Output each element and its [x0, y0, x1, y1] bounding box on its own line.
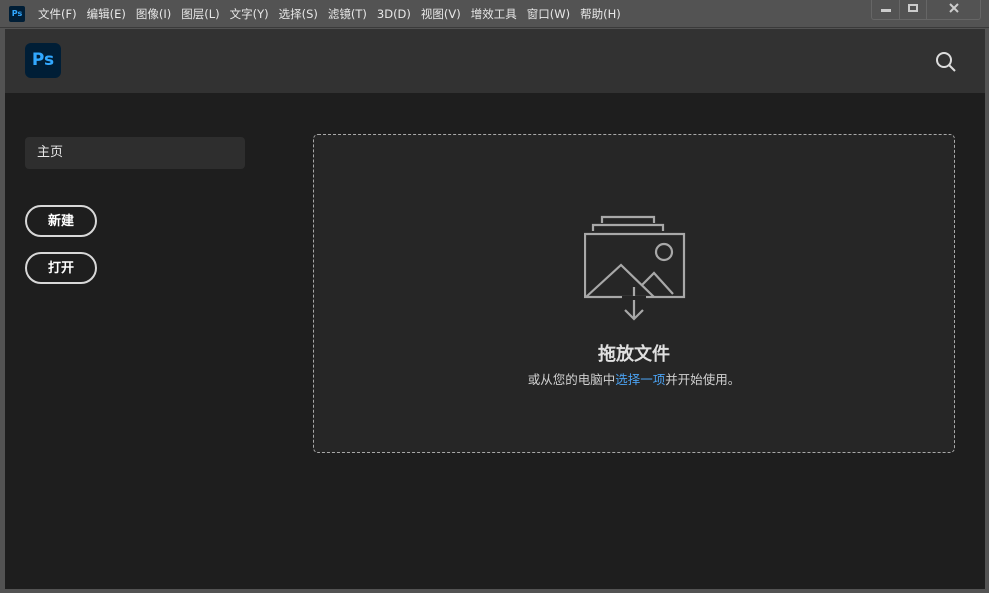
- window-controls: [871, 0, 981, 20]
- home-screen: Ps 主页 新建 打开 拖放文件 或从您的电脑中选择一项并开始使用。: [5, 29, 985, 589]
- minimize-button[interactable]: [872, 0, 899, 19]
- open-button[interactable]: 打开: [25, 252, 97, 284]
- menu-image[interactable]: 图像(I): [130, 0, 177, 28]
- search-icon[interactable]: [935, 51, 957, 73]
- maximize-button[interactable]: [899, 0, 926, 19]
- title-bar: Ps 文件(F) 编辑(E) 图像(I) 图层(L) 文字(Y) 选择(S) 滤…: [0, 0, 989, 28]
- close-icon: [948, 3, 959, 13]
- photoshop-logo: Ps: [25, 43, 61, 78]
- drop-subtitle: 或从您的电脑中选择一项并开始使用。: [314, 369, 954, 388]
- menu-select[interactable]: 选择(S): [273, 0, 324, 28]
- drop-title: 拖放文件: [598, 344, 670, 365]
- menu-view[interactable]: 视图(V): [415, 0, 467, 28]
- close-button[interactable]: [926, 0, 980, 19]
- maximize-icon: [908, 4, 918, 12]
- drop-zone[interactable]: 拖放文件 或从您的电脑中选择一项并开始使用。: [313, 134, 955, 453]
- sidebar-item-home[interactable]: 主页: [25, 137, 245, 169]
- menu-window[interactable]: 窗口(W): [521, 0, 576, 28]
- menu-plugins[interactable]: 增效工具: [465, 0, 523, 28]
- menu-help[interactable]: 帮助(H): [574, 0, 627, 28]
- drop-image-icon: [584, 215, 686, 321]
- menu-bar: 文件(F) 编辑(E) 图像(I) 图层(L) 文字(Y) 选择(S) 滤镜(T…: [32, 0, 625, 28]
- drop-subtitle-prefix: 或从您的电脑中: [527, 372, 616, 387]
- app-icon: Ps: [9, 6, 25, 22]
- menu-filter[interactable]: 滤镜(T): [322, 0, 373, 28]
- menu-3d[interactable]: 3D(D): [371, 0, 417, 28]
- menu-type[interactable]: 文字(Y): [224, 0, 275, 28]
- select-file-link[interactable]: 选择一项: [615, 372, 665, 387]
- minimize-icon: [880, 9, 891, 12]
- menu-edit[interactable]: 编辑(E): [81, 0, 132, 28]
- menu-layer[interactable]: 图层(L): [175, 0, 225, 28]
- new-button[interactable]: 新建: [25, 205, 97, 237]
- menu-file[interactable]: 文件(F): [32, 0, 83, 28]
- header: Ps: [5, 29, 985, 93]
- drop-subtitle-suffix: 并开始使用。: [665, 372, 741, 387]
